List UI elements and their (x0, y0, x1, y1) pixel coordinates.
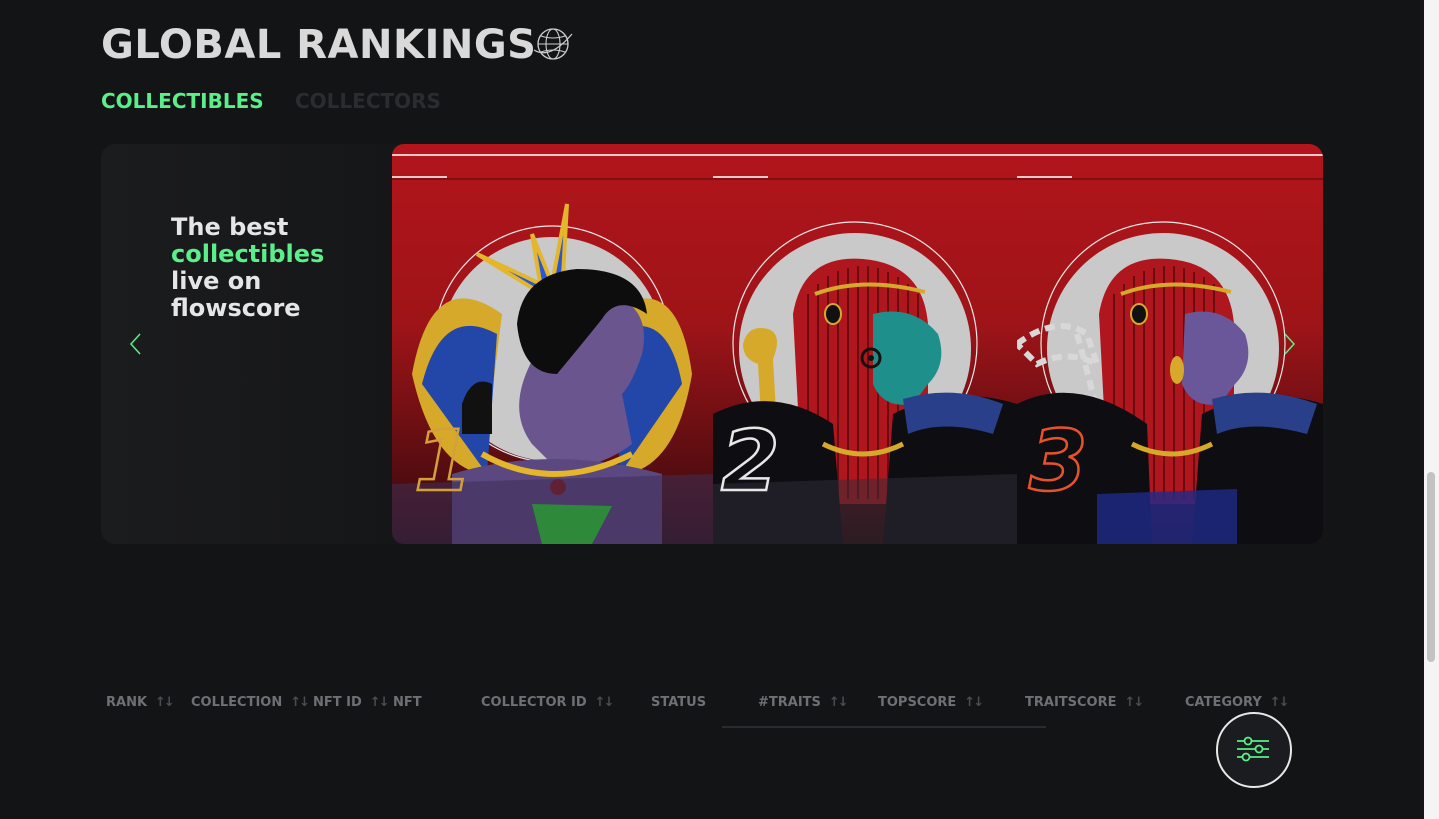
column-traits[interactable]: #TRAITS ↑↓ (758, 692, 849, 714)
hero-line-1: The best (171, 213, 289, 241)
column-status: STATUS (651, 692, 706, 714)
column-label: NFT ID (313, 695, 362, 710)
sort-icon: ↑↓ (155, 695, 175, 710)
rank-number-2: 2 (720, 412, 781, 510)
globe-icon (533, 28, 573, 60)
column-rank[interactable]: RANK ↑↓ (106, 692, 175, 714)
rank-number-1: 1 (413, 412, 474, 510)
column-nft: NFT (393, 692, 422, 714)
column-topscore[interactable]: TOPSCORE ↑↓ (878, 692, 984, 714)
column-label: NFT (393, 695, 422, 710)
chevron-left-icon[interactable] (125, 330, 149, 358)
column-label: STATUS (651, 695, 707, 710)
scrollbar-thumb[interactable] (1427, 472, 1435, 662)
column-traitscore[interactable]: TRAITSCORE ↑↓ (1025, 692, 1145, 714)
collectible-card-2[interactable]: 2 (713, 144, 1017, 544)
tab-collectibles[interactable]: COLLECTIBLES (101, 88, 264, 114)
sort-icon: ↑↓ (1269, 695, 1290, 710)
column-collection[interactable]: COLLECTION ↑↓ (191, 692, 310, 714)
column-label: TRAITSCORE (1025, 695, 1117, 710)
sort-icon: ↑↓ (1124, 695, 1145, 710)
sort-icon: ↑↓ (828, 695, 849, 710)
column-collector-id[interactable]: COLLECTOR ID ↑↓ (481, 692, 615, 714)
column-nft-id[interactable]: NFT ID ↑↓ (313, 692, 390, 714)
sliders-icon (1237, 736, 1269, 762)
tab-collectors[interactable]: COLLECTORS (295, 88, 441, 114)
sort-icon: ↑↓ (594, 695, 615, 710)
column-category[interactable]: CATEGORY ↑↓ (1185, 692, 1290, 714)
rankings-table-header: RANK ↑↓ COLLECTION ↑↓ NFT ID ↑↓ NFT COLLECT… (0, 692, 1424, 716)
sort-icon: ↑↓ (964, 695, 984, 710)
filter-button[interactable] (1216, 712, 1292, 788)
sort-icon: ↑↓ (290, 695, 310, 710)
rank-number-3: 3 (1028, 412, 1089, 510)
column-label: #TRAITS (758, 695, 821, 710)
hero-tagline: The best collectibles live on flowscore (171, 214, 324, 322)
hero-line-3: live on (171, 267, 262, 295)
hero-line-2: collectibles (171, 240, 325, 268)
page: GLOBAL RANKINGS COLLECTIBLES COLLECTORS … (0, 0, 1424, 819)
hero-carousel: The best collectibles live on flowscore (101, 144, 1323, 544)
column-label: COLLECTION (191, 695, 283, 710)
column-label: COLLECTOR ID (481, 695, 587, 710)
sort-icon: ↑↓ (369, 695, 390, 710)
chevron-right-icon[interactable] (1276, 330, 1300, 358)
header-divider (722, 726, 1046, 728)
column-label: RANK (106, 695, 148, 710)
page-scrollbar[interactable] (1424, 0, 1439, 819)
column-label: TOPSCORE (878, 695, 957, 710)
page-title: GLOBAL RANKINGS (101, 22, 537, 68)
hero-line-4: flowscore (171, 294, 301, 322)
top-collectibles-cards: 1 2 3 (392, 144, 1323, 544)
collectible-card-1[interactable]: 1 (392, 144, 713, 544)
column-label: CATEGORY (1185, 695, 1262, 710)
